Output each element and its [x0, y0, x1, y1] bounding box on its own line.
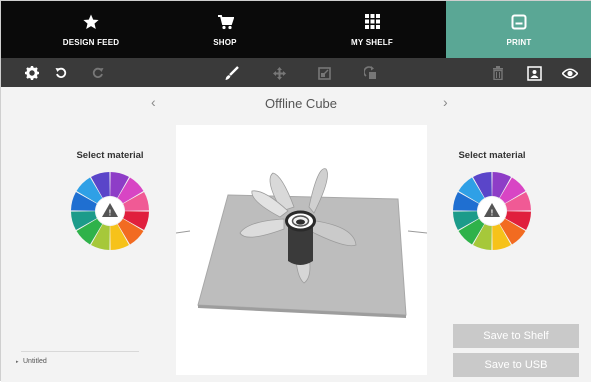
model-render	[175, 168, 428, 318]
warning-glyph: !	[109, 209, 112, 218]
app-window: DESIGN FEED SHOP MY SHELF PRINT ‹ Offlin…	[0, 0, 591, 382]
tab-print-label: PRINT	[506, 38, 532, 47]
printer-icon	[446, 14, 591, 32]
gear-icon[interactable]	[23, 64, 41, 82]
star-icon	[43, 14, 139, 32]
file-expand-marker[interactable]: ▸	[16, 359, 19, 365]
tab-design-feed[interactable]: DESIGN FEED	[43, 1, 139, 58]
right-material-wheel[interactable]: !	[451, 170, 533, 252]
cart-icon	[177, 14, 273, 32]
next-model-arrow[interactable]: ›	[443, 94, 448, 110]
prev-model-arrow[interactable]: ‹	[151, 94, 156, 110]
rotate-icon[interactable]	[362, 64, 380, 82]
model-viewport[interactable]	[175, 125, 428, 375]
eye-icon[interactable]	[561, 64, 579, 82]
brush-icon[interactable]	[223, 64, 241, 82]
left-material-wheel[interactable]: !	[69, 170, 151, 252]
trash-icon[interactable]	[489, 64, 507, 82]
color-wheel-left[interactable]: !	[69, 170, 151, 252]
scale-icon[interactable]	[315, 64, 333, 82]
tab-print[interactable]: PRINT	[446, 1, 591, 58]
file-list-divider	[21, 351, 139, 352]
top-nav: DESIGN FEED SHOP MY SHELF PRINT	[1, 1, 591, 58]
camera-icon[interactable]	[525, 64, 543, 82]
undo-icon[interactable]	[52, 64, 70, 82]
grid-icon	[324, 14, 420, 32]
right-material-title: Select material	[458, 150, 526, 161]
redo-icon[interactable]	[89, 64, 107, 82]
save-to-shelf-button[interactable]: Save to Shelf	[453, 324, 579, 348]
save-to-usb-button[interactable]: Save to USB	[453, 353, 579, 377]
tab-design-feed-label: DESIGN FEED	[62, 38, 120, 47]
move-icon[interactable]	[270, 64, 288, 82]
warning-glyph: !	[491, 209, 494, 218]
tab-my-shelf-label: MY SHELF	[351, 38, 393, 47]
file-name-untitled[interactable]: Untitled	[23, 358, 47, 365]
tab-my-shelf[interactable]: MY SHELF	[324, 1, 420, 58]
tab-shop[interactable]: SHOP	[177, 1, 273, 58]
color-wheel-right[interactable]: !	[451, 170, 533, 252]
tab-shop-label: SHOP	[213, 38, 237, 47]
left-material-title: Select material	[76, 150, 144, 161]
model-title: Offline Cube	[264, 96, 338, 111]
toolbar	[1, 58, 591, 87]
